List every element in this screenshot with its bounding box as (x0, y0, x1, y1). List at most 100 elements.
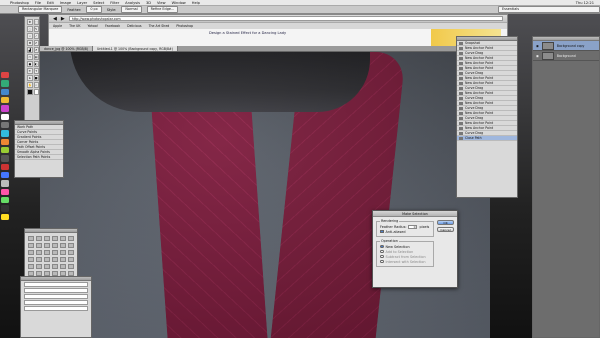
marquee-tool-icon[interactable]: ⬚ (33, 19, 39, 25)
path-item[interactable]: Selection Path Points (15, 155, 63, 160)
dock-app-icon[interactable] (1, 113, 9, 120)
style-swatch[interactable] (68, 243, 74, 248)
style-swatch[interactable] (36, 264, 42, 269)
style-swatch[interactable] (36, 243, 42, 248)
eye-icon[interactable]: ◉ (536, 54, 539, 58)
stamp-tool-icon[interactable]: ▟ (27, 47, 33, 53)
font-size-field[interactable] (24, 288, 88, 293)
style-swatch[interactable] (36, 236, 42, 241)
style-swatch[interactable] (28, 250, 34, 255)
bookmark-item[interactable]: The UK (69, 24, 80, 28)
style-swatch[interactable] (44, 257, 50, 262)
add-selection-radio[interactable] (380, 249, 384, 254)
style-swatch[interactable] (52, 243, 58, 248)
style-swatch[interactable] (28, 264, 34, 269)
dock-app-icon[interactable] (1, 213, 9, 220)
menu-item-help[interactable]: Help (192, 1, 200, 5)
menu-item-analysis[interactable]: Analysis (125, 1, 140, 5)
anti-aliased-checkbox[interactable] (380, 229, 384, 234)
style-swatch[interactable] (60, 250, 66, 255)
menu-item-edit[interactable]: Edit (47, 1, 54, 5)
menu-item-filter[interactable]: Filter (110, 1, 119, 5)
image-canvas[interactable] (40, 52, 490, 338)
menu-item-file[interactable]: File (35, 1, 41, 5)
style-swatch[interactable] (68, 264, 74, 269)
healing-tool-icon[interactable]: ✚ (27, 40, 33, 46)
forward-icon[interactable]: ▶ (61, 16, 65, 22)
leading-field[interactable] (24, 294, 88, 299)
style-swatch[interactable] (60, 264, 66, 269)
style-swatch[interactable] (44, 236, 50, 241)
dock-app-icon[interactable] (1, 105, 9, 112)
style-swatch[interactable] (28, 257, 34, 262)
tool-preset-picker[interactable]: Rectangular Marquee (18, 6, 63, 13)
style-swatch[interactable] (44, 264, 50, 269)
dock-app-icon[interactable] (1, 130, 9, 137)
dock-app-icon[interactable] (1, 205, 9, 212)
address-bar[interactable]: http://www.photoshopstar.com (68, 16, 503, 21)
dock-app-icon[interactable] (1, 163, 9, 170)
tracking-field[interactable] (24, 300, 88, 305)
type-tool-icon[interactable]: T (33, 68, 39, 74)
menu-item-photoshop[interactable]: Photoshop (10, 1, 29, 5)
layer-row[interactable]: ◉ Background (533, 51, 599, 61)
dock-app-icon[interactable] (1, 96, 9, 104)
style-swatch[interactable] (68, 236, 74, 241)
bookmark-item[interactable]: Facebook (105, 24, 120, 28)
feather-input[interactable]: 0 px (86, 6, 102, 13)
dock-app-icon[interactable] (1, 180, 9, 187)
move-tool-icon[interactable]: ✥ (27, 19, 33, 25)
dock-app-icon[interactable] (1, 196, 9, 204)
style-swatch[interactable] (60, 257, 66, 262)
dodge-tool-icon[interactable]: ◐ (33, 61, 39, 67)
style-swatch[interactable] (36, 257, 42, 262)
style-swatch[interactable] (52, 236, 58, 241)
style-swatch[interactable] (60, 236, 66, 241)
background-color-swatch[interactable] (33, 89, 39, 95)
gradient-tool-icon[interactable]: ▤ (33, 54, 39, 60)
eraser-tool-icon[interactable]: ▭ (27, 54, 33, 60)
dock-app-icon[interactable] (1, 138, 9, 145)
blur-tool-icon[interactable]: ● (27, 61, 33, 67)
crop-tool-icon[interactable]: ⌗ (27, 33, 33, 39)
style-swatch[interactable] (36, 250, 42, 255)
bookmark-item[interactable]: Yahoo! (87, 24, 98, 28)
bookmark-item[interactable]: The Art Shed (149, 24, 170, 28)
dock-app-icon[interactable] (1, 171, 9, 179)
document-tab[interactable]: dance_jpg @ 100% (RGB/8) (40, 46, 94, 51)
history-brush-tool-icon[interactable]: ↺ (33, 47, 39, 53)
style-select[interactable]: Normal (121, 6, 142, 13)
eyedropper-tool-icon[interactable]: ⁄ (33, 33, 39, 39)
panel-titlebar[interactable] (21, 277, 91, 281)
quick-select-tool-icon[interactable]: ✎ (33, 26, 39, 32)
style-swatch[interactable] (68, 257, 74, 262)
dock-app-icon[interactable] (1, 155, 9, 162)
dock-app-icon[interactable] (1, 121, 9, 129)
menu-item-image[interactable]: Image (60, 1, 71, 5)
dock-app-icon[interactable] (1, 72, 9, 79)
subtract-selection-radio[interactable] (380, 254, 384, 259)
style-swatch[interactable] (68, 250, 74, 255)
style-swatch[interactable] (44, 243, 50, 248)
document-tab-active[interactable]: Untitled-1 @ 100% (Background copy, RGB/… (93, 46, 178, 51)
style-swatch[interactable] (52, 250, 58, 255)
hand-tool-icon[interactable]: ✋ (27, 82, 33, 88)
font-family-field[interactable] (24, 282, 88, 287)
back-icon[interactable]: ◀ (53, 16, 57, 22)
zoom-tool-icon[interactable]: ⌕ (33, 82, 39, 88)
style-swatch[interactable] (60, 243, 66, 248)
dock-app-icon[interactable] (1, 88, 9, 95)
color-field[interactable] (24, 306, 88, 311)
refine-edge-button[interactable]: Refine Edge... (146, 6, 179, 13)
brush-tool-icon[interactable]: ✐ (33, 40, 39, 46)
menu-item-layer[interactable]: Layer (77, 1, 87, 5)
workspace-switcher[interactable]: Essentials (498, 6, 600, 13)
path-select-tool-icon[interactable]: ➤ (27, 75, 33, 81)
shape-tool-icon[interactable]: ■ (33, 75, 39, 81)
menu-item-view[interactable]: View (157, 1, 166, 5)
new-selection-radio[interactable] (380, 244, 384, 249)
feather-radius-input[interactable]: 0 (408, 224, 418, 229)
bookmark-item[interactable]: Photoshop (176, 24, 193, 28)
style-swatch[interactable] (52, 257, 58, 262)
menu-item-3d[interactable]: 3D (146, 1, 151, 5)
